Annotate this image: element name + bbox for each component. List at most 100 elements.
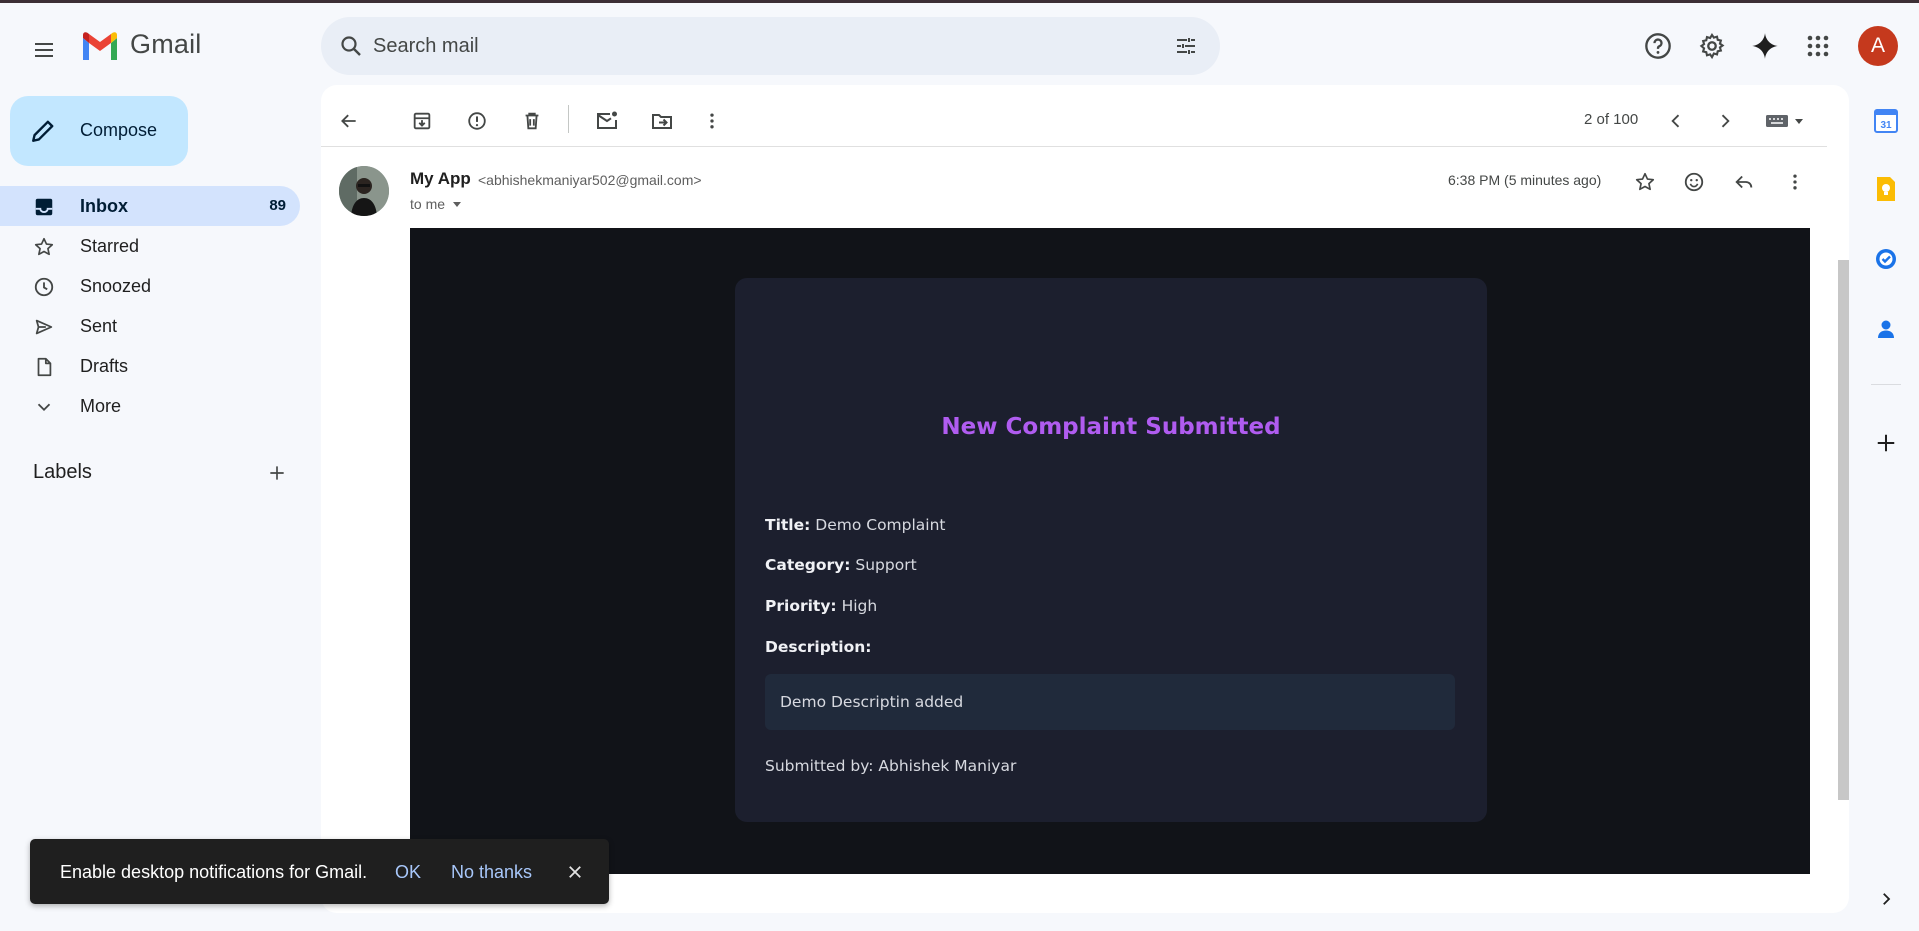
title-label: Title:: [765, 516, 811, 534]
notification-snackbar: Enable desktop notifications for Gmail. …: [30, 839, 609, 904]
message-view: 2 of 100 My App <abhishekmaniyar502@gmai…: [321, 85, 1849, 913]
pagination-text: 2 of 100: [1584, 111, 1639, 128]
trash-icon: [525, 112, 539, 130]
report-icon: [468, 112, 486, 130]
gmail-m-icon: [83, 31, 117, 60]
snackbar-no-thanks-button[interactable]: No thanks: [451, 862, 532, 883]
reply-button[interactable]: [1727, 165, 1761, 199]
add-label-button[interactable]: [265, 461, 289, 485]
emoji-icon: [1684, 172, 1704, 192]
search-input[interactable]: [373, 27, 1133, 65]
search-options-icon[interactable]: [1170, 30, 1202, 62]
sender-email: <abhishekmaniyar502@gmail.com>: [478, 172, 702, 188]
message-time: 6:38 PM (5 minutes ago): [1448, 172, 1602, 188]
search-bar[interactable]: [321, 17, 1220, 75]
sidebar-item-label: Inbox: [80, 196, 128, 216]
search-icon[interactable]: [335, 30, 367, 62]
category-value: Support: [855, 556, 917, 574]
snackbar-message: Enable desktop notifications for Gmail.: [60, 862, 368, 882]
calendar-app-button[interactable]: 31: [1870, 105, 1902, 137]
sidebar-item-sent[interactable]: Sent: [0, 306, 300, 346]
move-to-folder-icon: [652, 114, 672, 129]
gemini-button[interactable]: [1745, 26, 1785, 66]
scrollbar-thumb[interactable]: [1838, 260, 1849, 800]
more-actions-button[interactable]: [694, 103, 730, 139]
title-value: Demo Complaint: [815, 516, 946, 534]
main-menu-button[interactable]: [25, 31, 63, 69]
contacts-icon: [1878, 320, 1894, 338]
labels-heading: Labels: [33, 461, 92, 483]
sidebar-item-snoozed[interactable]: Snoozed: [0, 266, 300, 306]
newer-button[interactable]: [1658, 103, 1694, 139]
chevron-left-icon: [1671, 114, 1680, 128]
move-to-button[interactable]: [644, 103, 680, 139]
clock-icon: [32, 275, 56, 299]
older-button[interactable]: [1707, 103, 1743, 139]
reply-icon: [1735, 175, 1753, 189]
priority-field: Priority: High: [765, 597, 877, 615]
chevron-down-icon: [32, 395, 56, 419]
compose-label: Compose: [80, 120, 158, 140]
compose-button[interactable]: Compose: [10, 96, 188, 166]
toolbar-separator: [321, 146, 1827, 147]
priority-value: High: [841, 597, 878, 615]
side-panel-divider: [1871, 384, 1901, 385]
contacts-app-button[interactable]: [1870, 313, 1902, 345]
back-button[interactable]: [331, 103, 367, 139]
keyboard-icon: [1766, 115, 1803, 127]
toolbar-divider: [568, 105, 569, 133]
category-field: Category: Support: [765, 556, 917, 574]
sidebar-item-more[interactable]: More: [0, 386, 300, 426]
sidebar-item-label: Drafts: [80, 356, 129, 376]
snackbar-close-button[interactable]: [563, 860, 587, 884]
more-vert-icon: [710, 113, 714, 129]
sidebar-item-drafts[interactable]: Drafts: [0, 346, 300, 386]
message-more-button[interactable]: [1778, 165, 1812, 199]
draft-icon: [32, 355, 56, 379]
tasks-icon: [1876, 249, 1896, 269]
gear-icon: [1699, 32, 1725, 60]
star-outline-icon: [1635, 172, 1655, 191]
mark-unread-icon: [597, 111, 617, 129]
google-apps-button[interactable]: [1798, 26, 1838, 66]
gmail-logo[interactable]: Gmail: [80, 29, 202, 60]
description-value: Demo Descriptin added: [780, 693, 964, 711]
settings-button[interactable]: [1692, 26, 1732, 66]
menu-icon: [35, 43, 53, 57]
keep-app-button[interactable]: [1870, 173, 1902, 205]
caret-down-icon: [453, 202, 462, 207]
send-icon: [32, 315, 56, 339]
sidebar-item-label: Starred: [80, 236, 140, 256]
archive-button[interactable]: [404, 103, 440, 139]
input-tools-button[interactable]: [1761, 103, 1811, 139]
account-avatar[interactable]: A: [1858, 26, 1898, 66]
delete-button[interactable]: [514, 103, 550, 139]
email-body: New Complaint Submitted Title: Demo Comp…: [410, 228, 1810, 874]
sidebar-item-label: Snoozed: [80, 276, 152, 296]
sidebar-nav: Inbox 89 Starred Snoozed Sent Drafts Mor…: [0, 186, 300, 426]
sparkle-icon: [1752, 33, 1778, 59]
support-button[interactable]: [1638, 26, 1678, 66]
mark-unread-button[interactable]: [589, 103, 625, 139]
description-box: Demo Descriptin added: [765, 674, 1455, 730]
inbox-icon: [32, 195, 56, 219]
submitted-by: Submitted by: Abhishek Maniyar: [765, 757, 1017, 775]
report-spam-button[interactable]: [459, 103, 495, 139]
snackbar-ok-button[interactable]: OK: [395, 862, 421, 883]
description-label: Description:: [765, 638, 872, 656]
title-field: Title: Demo Complaint: [765, 516, 946, 534]
sidebar-item-inbox[interactable]: Inbox 89: [0, 186, 300, 226]
tasks-app-button[interactable]: [1870, 243, 1902, 275]
show-side-panel-button[interactable]: [1874, 887, 1898, 911]
sender-name: My App: [410, 169, 471, 188]
add-reaction-button[interactable]: [1677, 165, 1711, 199]
recipient-details[interactable]: to me: [410, 196, 463, 212]
sidebar-item-starred[interactable]: Starred: [0, 226, 300, 266]
priority-label: Priority:: [765, 597, 837, 615]
get-addons-button[interactable]: [1870, 427, 1902, 459]
arrow-left-icon: [341, 114, 356, 128]
plus-icon: [270, 466, 284, 480]
star-button[interactable]: [1628, 165, 1662, 199]
recipient-label: to me: [410, 196, 446, 212]
sender-avatar[interactable]: [339, 166, 389, 216]
